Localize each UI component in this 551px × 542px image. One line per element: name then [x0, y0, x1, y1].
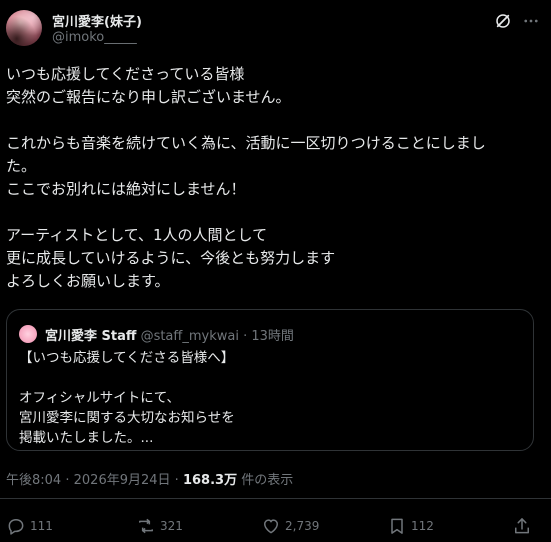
reply-icon [8, 519, 24, 535]
tweet-line: いつも応援してくださっている皆様 [6, 65, 245, 83]
quoted-time: 13時間 [251, 329, 294, 344]
reply-button[interactable]: 111 [6, 516, 53, 536]
tweet-time[interactable]: 午後8:04 [6, 473, 61, 488]
like-count: 2,739 [285, 519, 320, 533]
views-label[interactable]: 件の表示 [241, 473, 293, 488]
quoted-tweet-card[interactable]: 宮川愛李 Staff @staff_mykwai · 13時間 【いつも応援して… [6, 309, 534, 451]
avatar-image [6, 10, 42, 46]
bookmark-count: 112 [411, 519, 434, 533]
meta-separator: · [65, 473, 70, 488]
heart-icon [264, 519, 278, 534]
views-count[interactable]: 168.3万 [183, 473, 237, 488]
quoted-tweet-header: 宮川愛李 Staff @staff_mykwai · 13時間 [45, 325, 294, 344]
author-handle[interactable]: @imoko_____ [52, 30, 137, 45]
repost-icon [139, 518, 153, 534]
quoted-avatar [19, 325, 37, 343]
tweet-line: アーティストとして、1人の人間として [6, 226, 268, 244]
tweet-date[interactable]: 2026年9月24日 [74, 473, 171, 488]
share-icon[interactable] [512, 516, 532, 536]
tweet-line: ここでお別れには絶対にしません！ [6, 180, 246, 198]
quoted-line: 掲載いたしました。... [19, 430, 154, 446]
avatar[interactable] [6, 10, 42, 46]
quoted-line: 宮川愛李に関する大切なお知らせを [19, 410, 235, 426]
like-button[interactable]: 2,739 [261, 516, 319, 536]
quoted-line: オフィシャルサイトにて、 [19, 390, 181, 406]
tweet-line: 突然のご報告になり申し訳ございません。 [6, 88, 291, 106]
tweet-line: これからも音楽を続けていく為に、活動に一区切りつけることにしまし [6, 134, 486, 152]
quoted-tweet-text: 【いつも応援してくださる皆様へ】 オフィシャルサイトにて、 宮川愛李に関する大切… [19, 348, 235, 448]
tweet-line: 更に成長していけるように、今後とも努力します [6, 249, 336, 267]
more-icon[interactable] [521, 12, 541, 30]
tweet-line: た。 [6, 157, 37, 175]
meta-separator: · [174, 473, 179, 488]
repost-count: 321 [160, 519, 183, 533]
reply-count: 111 [30, 519, 53, 533]
bookmark-icon [391, 518, 403, 534]
tweet-meta: 午後8:04 · 2026年9月24日 · 168.3万 件の表示 [6, 469, 293, 488]
quoted-handle: @staff_mykwai [140, 329, 239, 344]
quoted-display-name: 宮川愛李 Staff [45, 329, 137, 344]
tweet-text: いつも応援してくださっている皆様 突然のご報告になり申し訳ございません。 これか… [6, 63, 541, 293]
tweet-line: よろしくお願いします。 [6, 272, 170, 290]
quoted-line: 【いつも応援してくださる皆様へ】 [19, 350, 235, 366]
bookmark-button[interactable]: 112 [387, 516, 434, 536]
quoted-blank-line [19, 368, 235, 388]
grok-icon[interactable] [494, 12, 512, 30]
divider [0, 498, 551, 499]
quoted-separator: · [243, 329, 248, 344]
author-display-name[interactable]: 宮川愛李(妹子) [52, 11, 142, 30]
repost-button[interactable]: 321 [136, 516, 183, 536]
